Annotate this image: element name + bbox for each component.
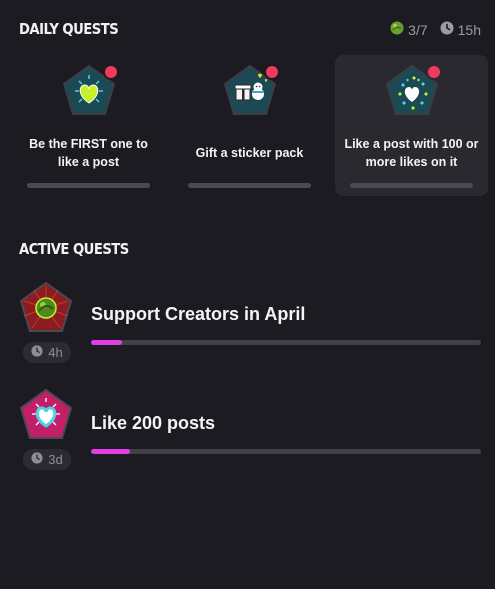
notification-dot — [263, 64, 280, 80]
daily-quests-title: Daily Quests — [19, 20, 119, 38]
daily-quests-meta: 3/7 15h — [390, 21, 481, 38]
clock-icon — [31, 345, 43, 360]
quest-progress-track — [91, 449, 481, 454]
active-quest-like-200[interactable]: 3d Like 200 posts — [18, 387, 481, 471]
quest-progress-bar — [188, 183, 311, 188]
green-orb-icon — [390, 21, 404, 38]
quest-time-badge: 3d — [23, 449, 71, 470]
active-quest-support-creators[interactable]: 4h Support Creators in April — [18, 280, 481, 364]
notification-dot — [425, 64, 442, 80]
daily-quest-card-gift-sticker[interactable]: Gift a sticker pack — [173, 55, 326, 196]
quest-progress-fill — [91, 340, 123, 345]
daily-progress: 3/7 — [390, 21, 428, 38]
quest-label: Gift a sticker pack — [195, 146, 304, 160]
daily-timer: 15h — [440, 21, 481, 38]
quest-label: Like a post with 100 or more likes on it — [344, 137, 479, 169]
heart-pink-badge-icon — [18, 387, 74, 443]
quest-time-badge: 4h — [23, 342, 71, 363]
notification-dot — [102, 64, 119, 80]
daily-quest-card-first-like[interactable]: Be the FIRST one to like a post — [12, 55, 165, 196]
clock-icon — [440, 21, 454, 38]
quest-title: Like 200 posts — [91, 413, 216, 433]
quest-progress-bar — [350, 183, 473, 188]
quest-progress-bar — [27, 183, 150, 188]
quest-time-text: 4h — [48, 345, 63, 360]
quest-progress-fill — [91, 449, 130, 454]
clock-icon — [31, 452, 43, 467]
creator-support-badge-icon — [18, 280, 74, 336]
daily-timer-text: 15h — [457, 21, 481, 38]
quest-progress-track — [91, 340, 481, 345]
quest-title: Support Creators in April — [91, 304, 306, 324]
quest-label: Be the FIRST one to like a post — [29, 137, 148, 169]
daily-quest-card-like-popular[interactable]: Like a post with 100 or more likes on it — [335, 55, 488, 196]
quest-time-text: 3d — [48, 452, 63, 467]
daily-progress-text: 3/7 — [408, 21, 428, 38]
active-quests-title: Active Quests — [19, 240, 129, 258]
